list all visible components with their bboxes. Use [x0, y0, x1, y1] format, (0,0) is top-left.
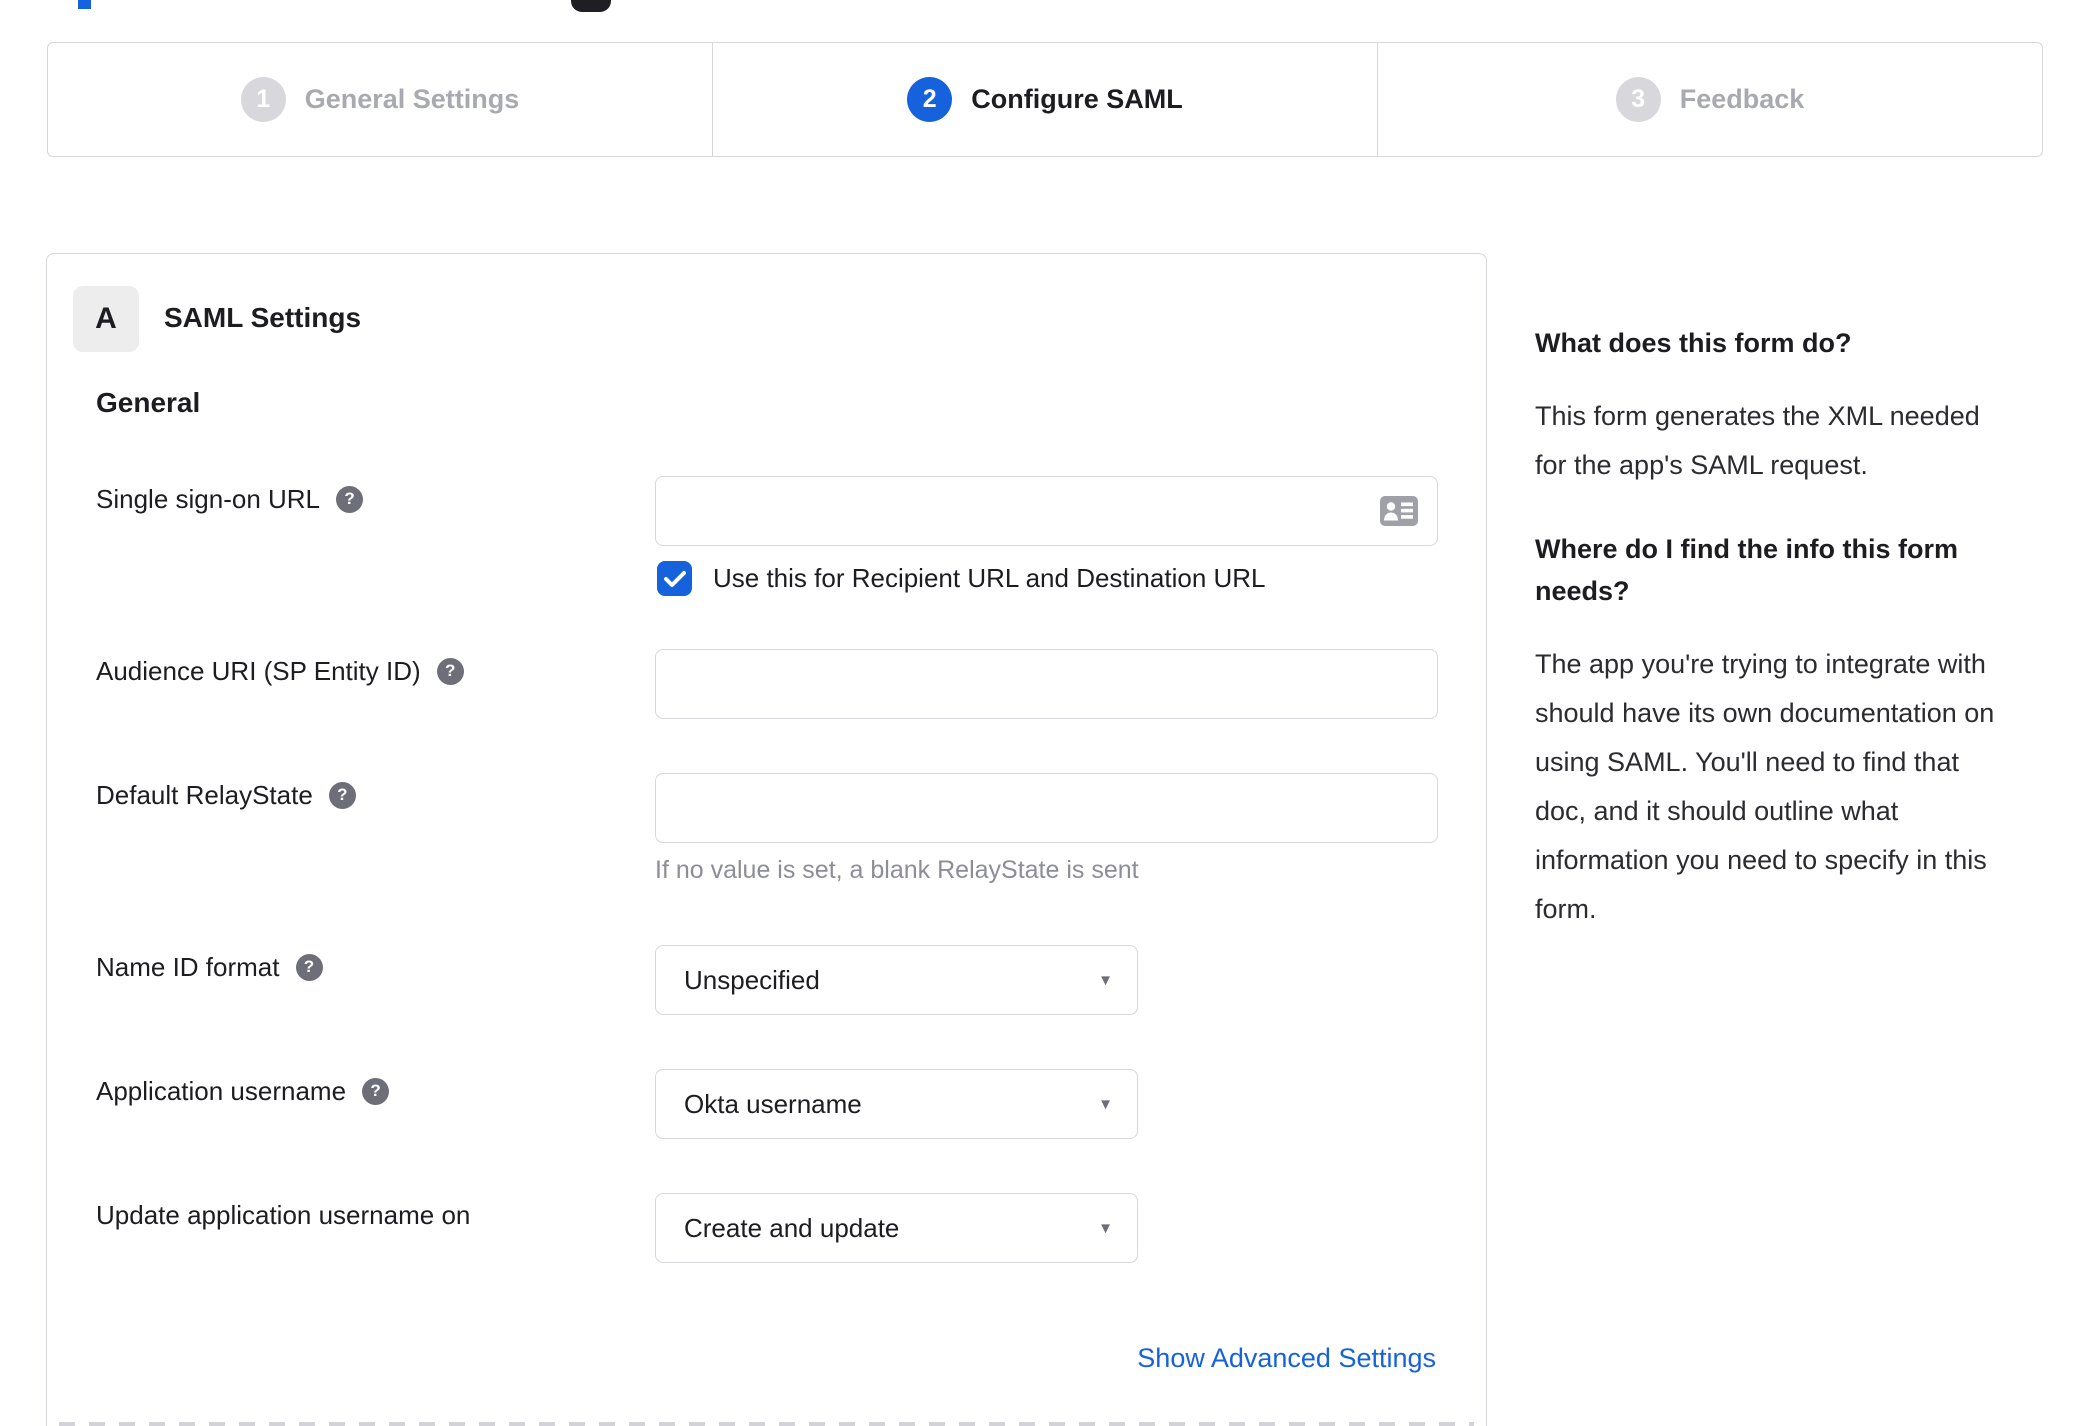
recipient-url-checkbox[interactable]: [657, 561, 692, 596]
label-text: Application username: [96, 1075, 347, 1106]
relaystate-input[interactable]: [655, 773, 1438, 843]
step-label: Configure SAML: [971, 84, 1183, 114]
saml-settings-panel: A SAML Settings General Single sign-on U…: [46, 253, 1487, 1426]
label-text: Update application username on: [96, 1199, 471, 1230]
help-icon[interactable]: [328, 781, 356, 809]
recipient-url-checkbox-label: Use this for Recipient URL and Destinati…: [713, 563, 1266, 593]
section-title: SAML Settings: [164, 302, 362, 333]
chevron-down-icon: [1098, 1097, 1137, 1112]
configure-saml-page: 1 General Settings 2 Configure SAML 3 Fe…: [0, 0, 2092, 1426]
update-username-on-select[interactable]: Create and update: [655, 1193, 1138, 1263]
label-text: Name ID format: [96, 951, 280, 982]
section-badge: A: [73, 286, 139, 352]
label-text: Single sign-on URL: [96, 483, 321, 514]
sso-url-field-wrap: [655, 476, 1438, 546]
select-value: Okta username: [684, 1088, 862, 1119]
step-number-badge: 1: [240, 77, 286, 122]
application-username-select[interactable]: Okta username: [655, 1069, 1138, 1139]
step-number-badge: 2: [907, 77, 953, 122]
sso-url-input[interactable]: [655, 476, 1438, 546]
step-number-badge: 3: [1615, 77, 1661, 122]
update-username-on-label: Update application username on: [96, 1198, 470, 1232]
sso-url-label: Single sign-on URL: [96, 482, 364, 516]
section-dashed-divider: [59, 1422, 1474, 1426]
general-group-heading: General: [96, 387, 201, 418]
chevron-down-icon: [1098, 973, 1137, 988]
label-text: Default RelayState: [96, 779, 313, 810]
help-icon[interactable]: [295, 953, 323, 981]
help-icon[interactable]: [436, 657, 464, 685]
show-advanced-settings-link[interactable]: Show Advanced Settings: [1137, 1343, 1436, 1374]
label-text: Audience URI (SP Entity ID): [96, 655, 421, 686]
relaystate-label: Default RelayState: [96, 778, 356, 812]
name-id-format-label: Name ID format: [96, 950, 323, 984]
step-feedback[interactable]: 3 Feedback: [1377, 43, 2042, 156]
step-configure-saml[interactable]: 2 Configure SAML: [712, 43, 1377, 156]
help-icon[interactable]: [336, 485, 364, 513]
chevron-down-icon: [1098, 1221, 1137, 1236]
help-sidebar: What does this form do? This form genera…: [1535, 322, 2060, 972]
contact-card-icon[interactable]: [1380, 496, 1418, 526]
step-general-settings[interactable]: 1 General Settings: [48, 43, 712, 156]
audience-uri-field-wrap: [655, 649, 1438, 719]
cutoff-blue-fragment: [78, 0, 91, 9]
application-username-label: Application username: [96, 1074, 390, 1108]
sidebar-answer-1: This form generates the XML needed for t…: [1535, 401, 1980, 480]
sidebar-question-2: Where do I find the info this form needs…: [1535, 534, 1958, 606]
step-label: General Settings: [304, 84, 520, 114]
step-label: Feedback: [1679, 84, 1805, 114]
relaystate-field-wrap: [655, 773, 1438, 843]
select-value: Create and update: [684, 1212, 900, 1243]
check-icon: [663, 570, 686, 587]
name-id-format-select[interactable]: Unspecified: [655, 945, 1138, 1015]
sidebar-answer-2: The app you're trying to integrate with …: [1535, 649, 1995, 924]
audience-uri-input[interactable]: [655, 649, 1438, 719]
audience-uri-label: Audience URI (SP Entity ID): [96, 654, 464, 688]
cutoff-app-icon-fragment: [571, 0, 611, 12]
wizard-stepper: 1 General Settings 2 Configure SAML 3 Fe…: [47, 42, 2043, 157]
select-value: Unspecified: [684, 964, 820, 995]
sidebar-question-1: What does this form do?: [1535, 328, 1852, 358]
help-icon[interactable]: [362, 1077, 390, 1105]
relaystate-hint: If no value is set, a blank RelayState i…: [655, 856, 1139, 884]
